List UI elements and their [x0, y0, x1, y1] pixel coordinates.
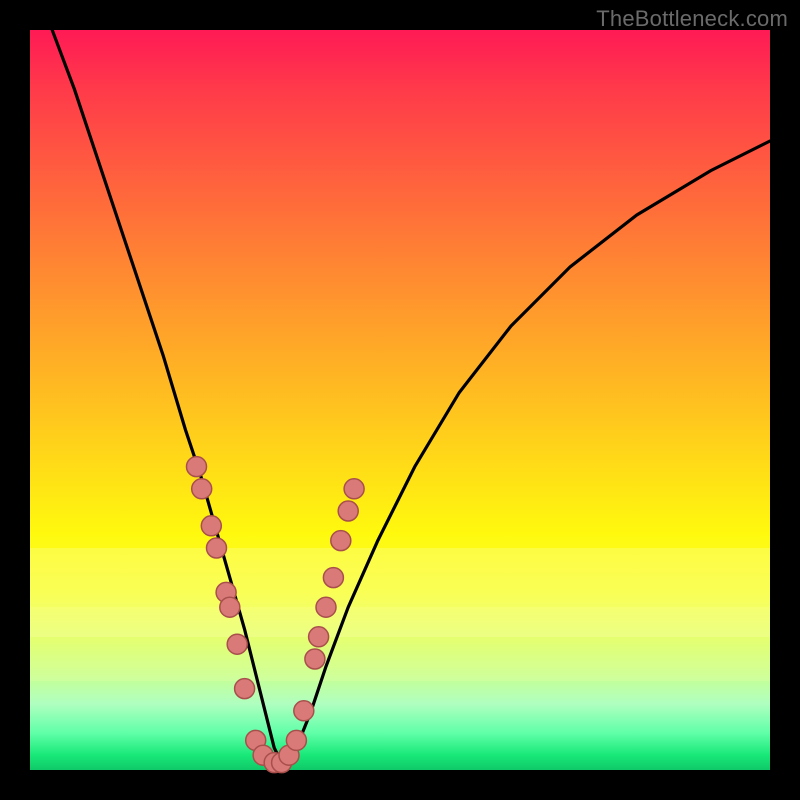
data-marker: [207, 538, 227, 558]
data-marker: [227, 634, 247, 654]
data-marker: [344, 479, 364, 499]
data-marker: [187, 457, 207, 477]
data-markers: [187, 457, 365, 773]
data-marker: [235, 679, 255, 699]
data-marker: [323, 568, 343, 588]
data-marker: [294, 701, 314, 721]
data-marker: [286, 730, 306, 750]
chart-svg: [30, 30, 770, 770]
data-marker: [201, 516, 221, 536]
data-marker: [316, 597, 336, 617]
data-marker: [309, 627, 329, 647]
chart-frame: TheBottleneck.com: [0, 0, 800, 800]
bottleneck-curve: [52, 30, 770, 763]
data-marker: [192, 479, 212, 499]
data-marker: [220, 597, 240, 617]
data-marker: [338, 501, 358, 521]
chart-line-group: [52, 30, 770, 763]
chart-plot-area: [30, 30, 770, 770]
data-marker: [305, 649, 325, 669]
watermark-text: TheBottleneck.com: [596, 6, 788, 32]
data-marker: [331, 531, 351, 551]
